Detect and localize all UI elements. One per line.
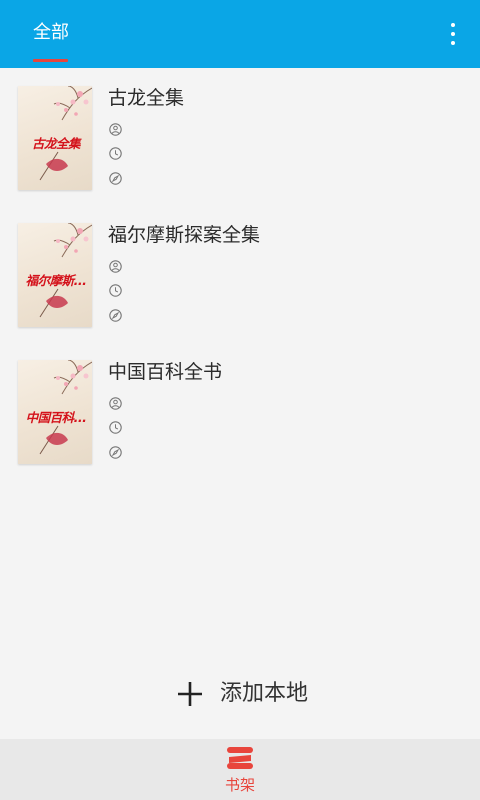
compass-icon bbox=[109, 446, 122, 459]
book-item[interactable]: 中国百科... 中国百科全书 bbox=[0, 360, 480, 470]
cover-title: 中国百科... bbox=[25, 410, 87, 425]
tab-all[interactable]: 全部 bbox=[33, 22, 69, 44]
book-title: 中国百科全书 bbox=[108, 361, 223, 383]
clock-icon bbox=[109, 421, 122, 434]
book-cover: 中国百科... bbox=[18, 360, 92, 464]
tab-indicator bbox=[33, 59, 68, 62]
plus-icon bbox=[178, 682, 202, 706]
nav-bookshelf-label: 书架 bbox=[224, 776, 255, 794]
person-icon bbox=[109, 123, 122, 136]
clock-icon bbox=[109, 147, 122, 160]
clock-icon bbox=[109, 284, 122, 297]
person-icon bbox=[109, 397, 122, 410]
more-options-button[interactable] bbox=[438, 18, 468, 50]
book-item[interactable]: 古龙全集 古龙全集 bbox=[0, 86, 480, 196]
nav-bookshelf[interactable]: 书架 bbox=[200, 739, 280, 800]
add-local-label: 添加本地 bbox=[220, 681, 309, 706]
compass-icon bbox=[109, 172, 122, 185]
cover-title: 古龙全集 bbox=[31, 136, 81, 151]
person-icon bbox=[109, 260, 122, 273]
cover-title: 福尔摩斯... bbox=[25, 273, 87, 288]
compass-icon bbox=[109, 309, 122, 322]
bookshelf-icon bbox=[227, 747, 253, 769]
book-title: 古龙全集 bbox=[108, 87, 185, 109]
book-title: 福尔摩斯探案全集 bbox=[108, 224, 261, 246]
top-app-bar: 全部 bbox=[0, 0, 480, 68]
bottom-navigation: 书架 bbox=[0, 739, 480, 800]
book-cover: 福尔摩斯... bbox=[18, 223, 92, 327]
add-local-button[interactable]: 添加本地 bbox=[176, 676, 326, 712]
book-cover: 古龙全集 bbox=[18, 86, 92, 190]
book-item[interactable]: 福尔摩斯... 福尔摩斯探案全集 bbox=[0, 223, 480, 333]
